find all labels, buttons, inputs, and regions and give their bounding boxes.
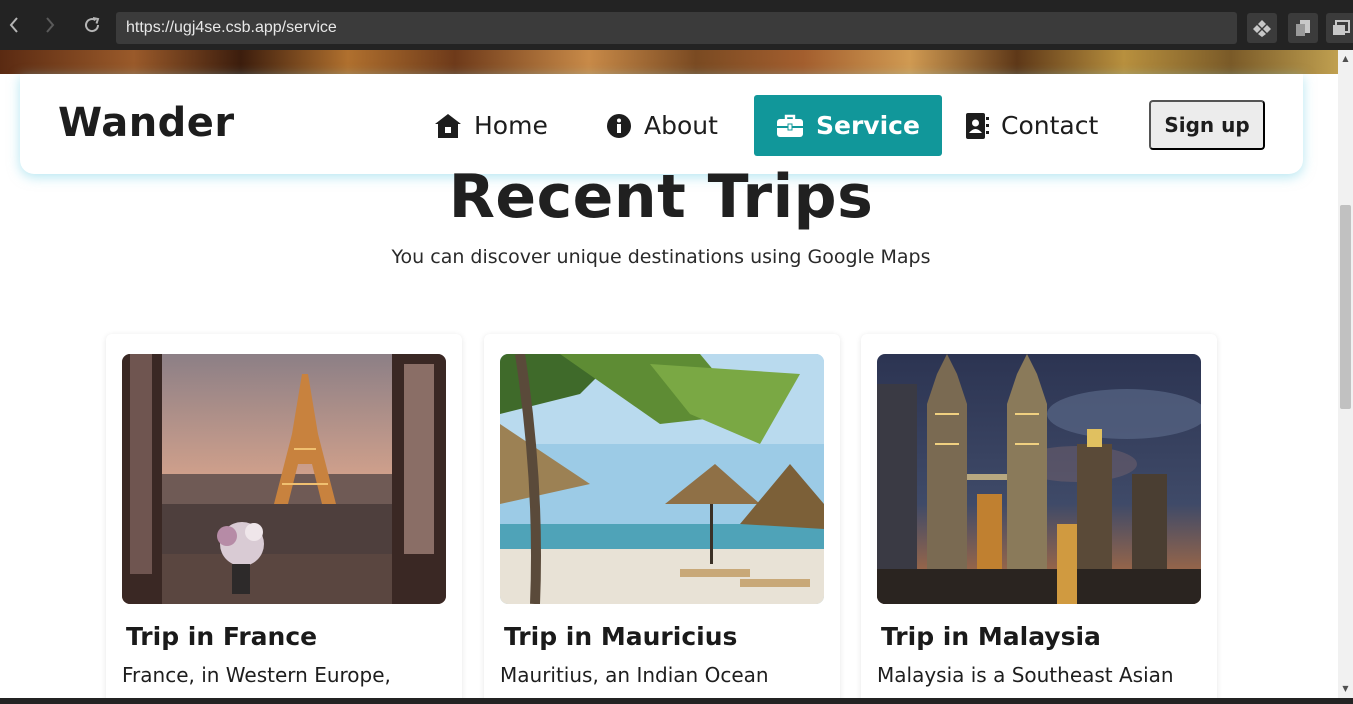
address-bar[interactable]: https://ugj4se.csb.app/service bbox=[116, 12, 1237, 44]
copy-icon bbox=[1296, 20, 1310, 36]
nav-item-home[interactable]: Home bbox=[434, 95, 548, 156]
site-logo[interactable]: Wander bbox=[58, 100, 235, 146]
page-subtitle: You can discover unique destinations usi… bbox=[391, 246, 931, 268]
briefcase-icon bbox=[777, 114, 803, 137]
nav-label-home: Home bbox=[474, 111, 548, 140]
scroll-up-icon[interactable]: ▲ bbox=[1338, 52, 1353, 66]
nav-label-service: Service bbox=[816, 111, 920, 140]
url-text: https://ugj4se.csb.app/service bbox=[126, 19, 337, 36]
scroll-down-icon[interactable]: ▼ bbox=[1338, 682, 1353, 696]
reload-icon bbox=[85, 17, 100, 33]
beach-umbrellas-photo bbox=[500, 354, 824, 604]
scrollbar-thumb[interactable] bbox=[1340, 205, 1351, 409]
trip-title-malaysia: Trip in Malaysia bbox=[881, 622, 1101, 651]
chevron-right-icon bbox=[46, 17, 55, 33]
trip-image-malaysia bbox=[877, 354, 1201, 604]
page-scrollbar[interactable]: ▲ ▼ bbox=[1338, 50, 1353, 698]
eiffel-tower-photo bbox=[122, 354, 446, 604]
page-viewport: Wander Home About Service Contact Sign u… bbox=[0, 50, 1338, 698]
trip-text-malaysia: Malaysia is a Southeast Asian bbox=[877, 663, 1174, 687]
nav-item-contact[interactable]: Contact bbox=[965, 95, 1098, 156]
trip-card-mauritius[interactable]: Trip in Mauricius Mauritius, an Indian O… bbox=[484, 334, 840, 698]
back-button[interactable] bbox=[0, 0, 28, 50]
forward-button[interactable] bbox=[36, 0, 64, 50]
trip-card-france[interactable]: Trip in France France, in Western Europe… bbox=[106, 334, 462, 698]
window-icon bbox=[1333, 20, 1350, 35]
page-title: Recent Trips bbox=[448, 162, 874, 232]
home-icon bbox=[435, 113, 461, 138]
extension-button[interactable] bbox=[1247, 13, 1277, 43]
nav-item-about[interactable]: About bbox=[606, 95, 718, 156]
trip-card-malaysia[interactable]: Trip in Malaysia Malaysia is a Southeast… bbox=[861, 334, 1217, 698]
hero-background-image bbox=[0, 50, 1338, 74]
site-navbar: Wander Home About Service Contact Sign u… bbox=[20, 74, 1303, 174]
browser-toolbar: https://ugj4se.csb.app/service bbox=[0, 0, 1353, 50]
trip-text-france: France, in Western Europe, bbox=[122, 663, 391, 687]
window-button[interactable] bbox=[1326, 13, 1353, 43]
nav-item-service[interactable]: Service bbox=[754, 95, 942, 156]
puzzle-icon bbox=[1253, 20, 1271, 37]
trip-title-mauritius: Trip in Mauricius bbox=[504, 622, 738, 651]
trip-text-mauritius: Mauritius, an Indian Ocean bbox=[500, 663, 769, 687]
trip-image-mauritius bbox=[500, 354, 824, 604]
copy-button[interactable] bbox=[1288, 13, 1318, 43]
trip-image-france bbox=[122, 354, 446, 604]
signup-button[interactable]: Sign up bbox=[1149, 100, 1265, 150]
window-bottom-edge bbox=[0, 698, 1353, 704]
chevron-left-icon bbox=[9, 17, 18, 33]
nav-label-contact: Contact bbox=[1001, 111, 1099, 140]
contact-card-icon bbox=[966, 112, 989, 139]
petronas-towers-photo bbox=[877, 354, 1201, 604]
nav-label-about: About bbox=[644, 111, 718, 140]
info-icon bbox=[607, 113, 631, 138]
reload-button[interactable] bbox=[78, 0, 106, 50]
trip-title-france: Trip in France bbox=[126, 622, 318, 651]
